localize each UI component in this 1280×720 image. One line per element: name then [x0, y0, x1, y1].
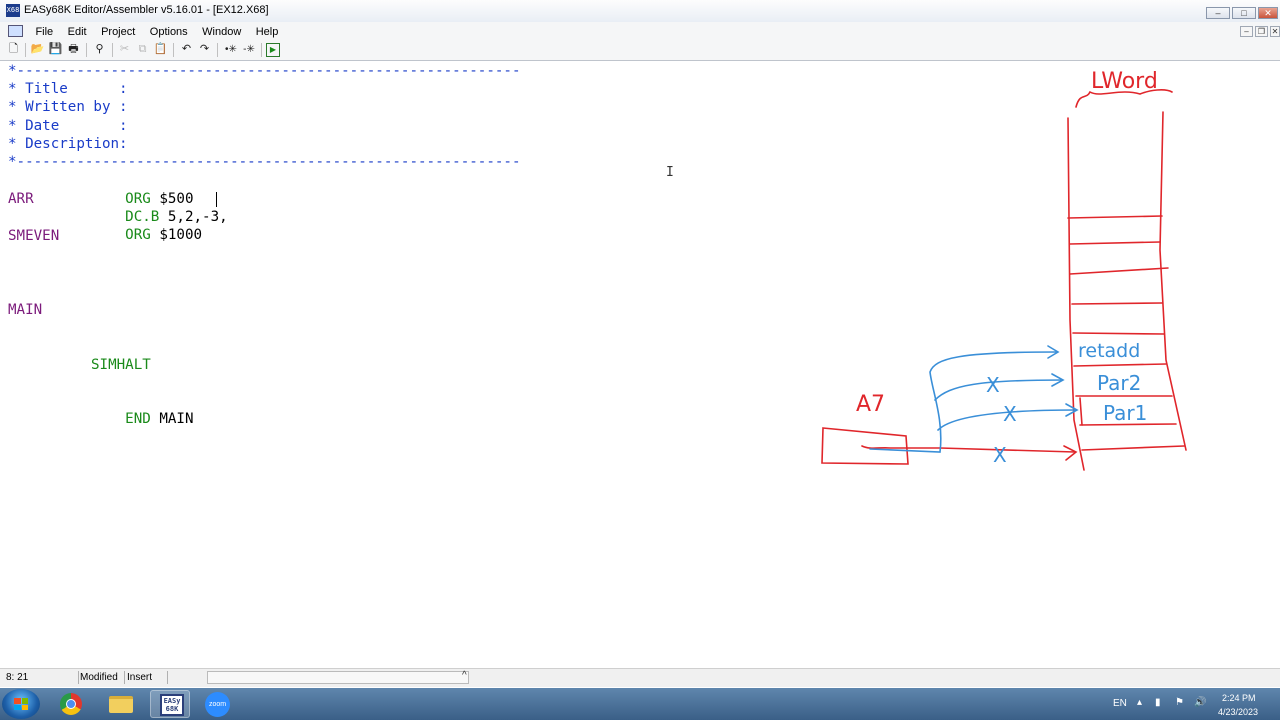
cross-mark: X: [1003, 402, 1017, 426]
a7-handwritten-label: A7: [856, 392, 885, 417]
show-hidden-icons-icon[interactable]: ▴: [1137, 697, 1142, 708]
stack-diagram-annotation: LWord A7 retadd Par2 Par1 X X X: [821, 69, 1187, 471]
status-bar: 8: 21 Modified Insert: [0, 668, 1280, 687]
zoom-icon: zoom: [205, 692, 230, 717]
taskbar-explorer[interactable]: [100, 690, 140, 718]
start-button[interactable]: [2, 689, 40, 719]
cursor-position: 8: 21: [4, 671, 79, 684]
network-icon[interactable]: ▮: [1155, 697, 1161, 708]
taskbar-zoom[interactable]: zoom: [198, 690, 238, 718]
windows-logo-icon: [14, 698, 28, 710]
taskbar-chrome[interactable]: [50, 690, 90, 718]
volume-icon[interactable]: 🔊: [1194, 697, 1206, 708]
cross-mark: X: [986, 373, 1000, 397]
par2-handwritten-label: Par2: [1097, 371, 1141, 395]
scroll-caret-icon[interactable]: ^: [462, 670, 467, 681]
par1-handwritten-label: Par1: [1103, 401, 1147, 425]
security-alert-icon[interactable]: ⚑: [1175, 697, 1184, 708]
modified-indicator: Modified: [78, 671, 125, 684]
taskbar-easy68k[interactable]: EASy 68K: [150, 690, 190, 718]
clock-time[interactable]: 2:24 PM: [1222, 693, 1256, 703]
lword-handwritten-label: LWord: [1091, 69, 1158, 94]
horizontal-scrollbar[interactable]: [207, 671, 469, 684]
windows-taskbar: EASy 68K zoom: [0, 688, 1280, 720]
clock-date[interactable]: 4/23/2023: [1218, 707, 1258, 717]
language-indicator[interactable]: EN: [1113, 698, 1127, 709]
cross-mark: X: [993, 443, 1007, 467]
folder-icon: [109, 696, 133, 713]
insert-mode-indicator: Insert: [125, 671, 168, 684]
easy68k-icon: EASy 68K: [160, 694, 184, 716]
retadd-handwritten-label: retadd: [1078, 340, 1140, 362]
chrome-icon: [60, 693, 82, 715]
